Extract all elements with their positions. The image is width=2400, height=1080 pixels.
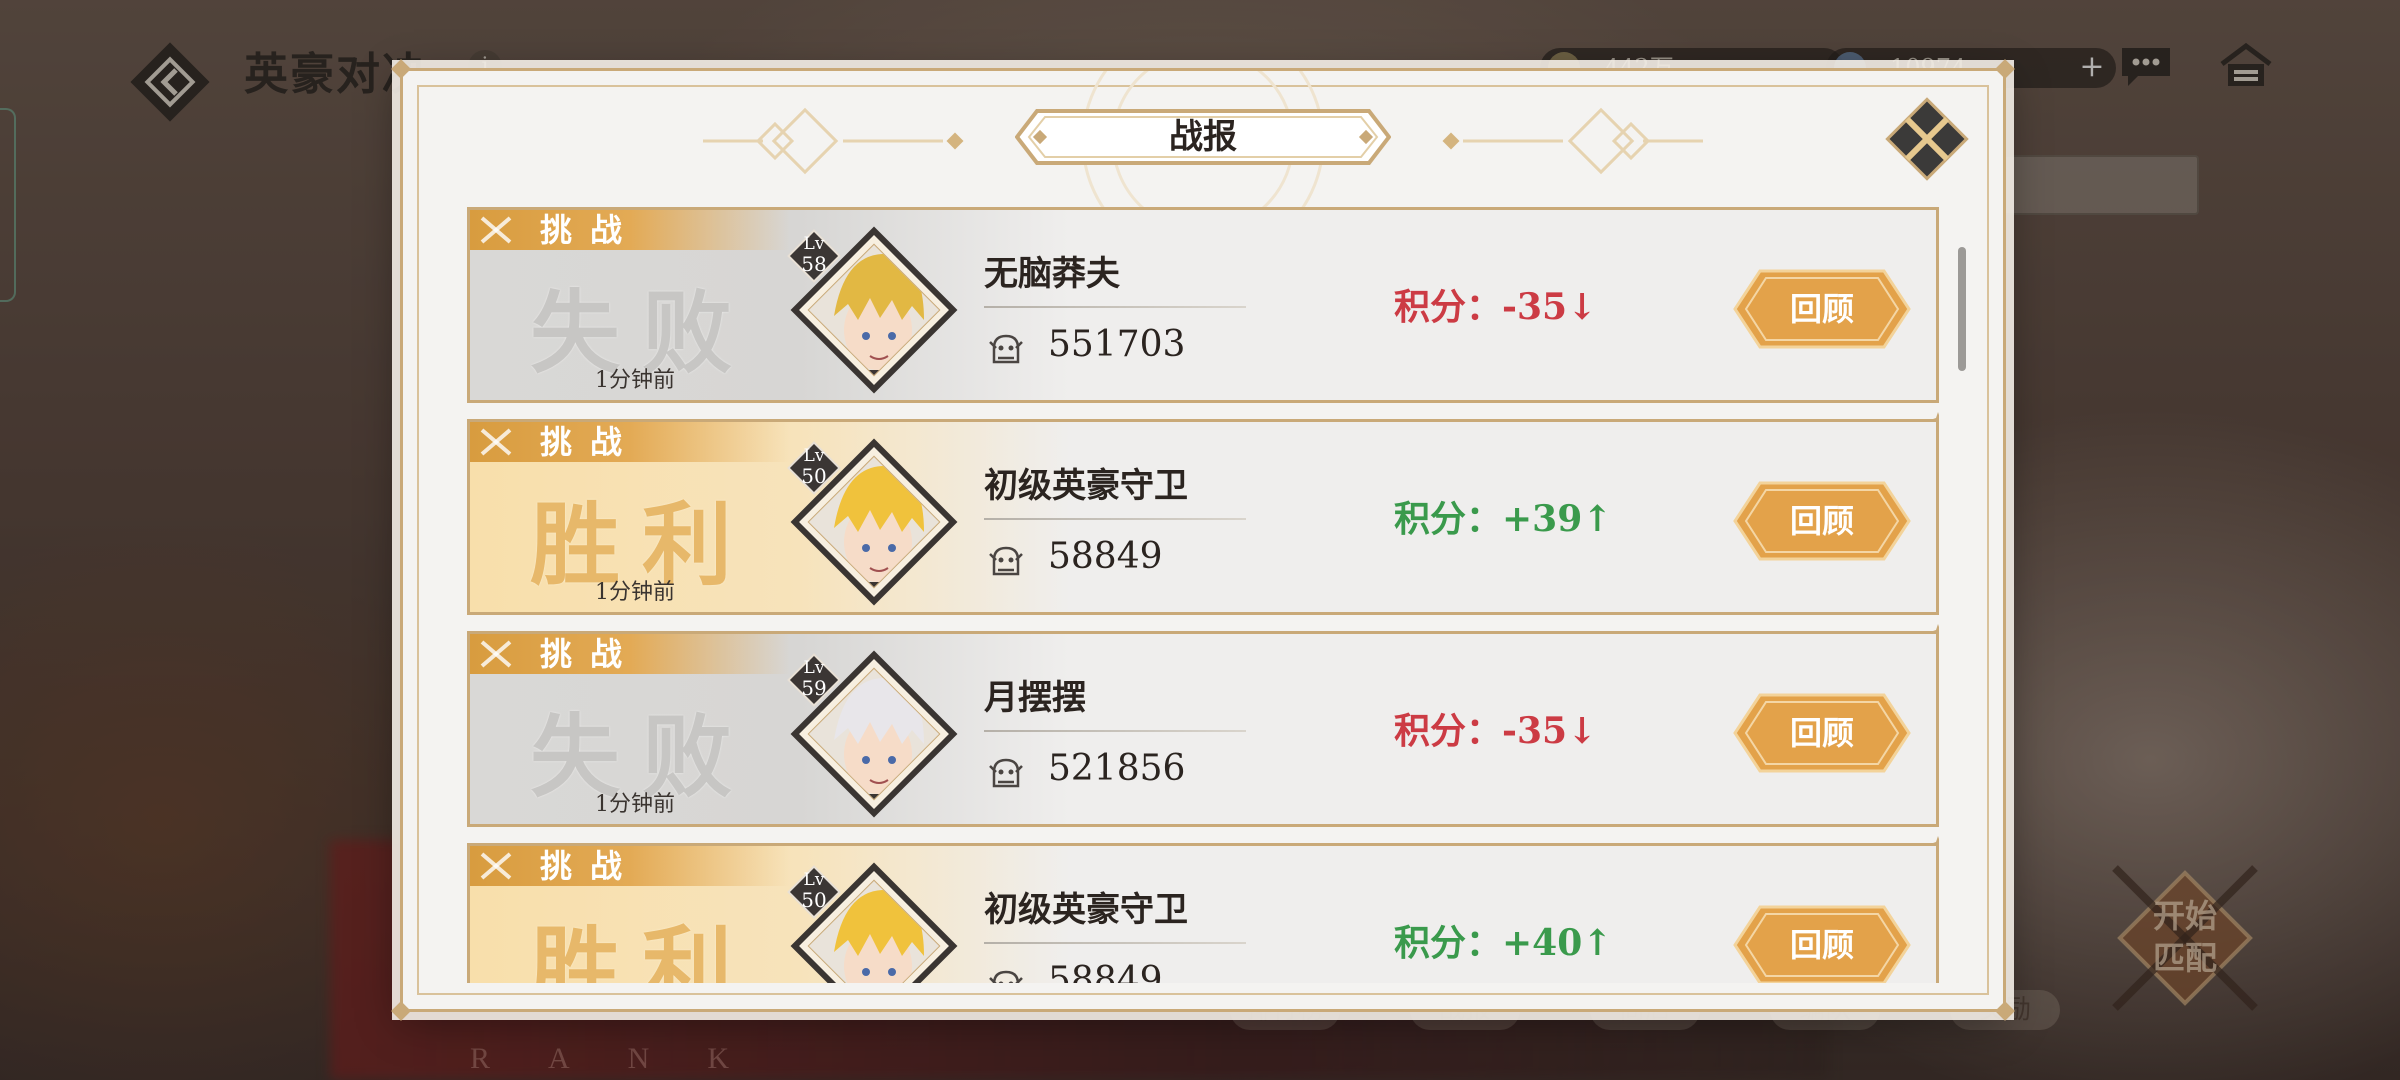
combat-power-icon xyxy=(989,758,1023,788)
battle-report-dialog: 战报 挑战 失败 1分钟前 Lv 58 无脑莽夫 551703 积分：-35↓ … xyxy=(391,59,2015,1021)
dialog-title: 战报 xyxy=(1169,117,1237,157)
crossed-swords-icon xyxy=(480,852,512,880)
level-value: 59 xyxy=(801,676,827,700)
level-label: Lv xyxy=(803,658,825,678)
arrow-down-icon: ↓ xyxy=(1567,286,1598,328)
name-divider xyxy=(984,942,1246,944)
battle-record-row: 挑战 失败 1分钟前 Lv xyxy=(467,624,1939,827)
name-divider xyxy=(984,730,1246,732)
arrow-down-icon: ↓ xyxy=(1567,710,1598,752)
score-change-text: 积分：+40 xyxy=(1394,922,1583,964)
challenge-tag-label: 挑战 xyxy=(540,847,641,885)
crossed-swords-icon xyxy=(480,216,512,244)
row-corner-ornament xyxy=(1930,412,1939,428)
arrow-up-icon: ↑ xyxy=(1582,922,1613,964)
review-button[interactable] xyxy=(1732,268,1912,350)
opponent-name: 无脑莽夫 xyxy=(984,254,1120,294)
challenge-tag: 挑战 xyxy=(470,634,790,674)
battle-time: 1分钟前 xyxy=(595,580,675,605)
arrow-up-icon: ↑ xyxy=(1582,498,1613,540)
combat-power-value: 521856 xyxy=(1048,748,1186,789)
opponent-name: 初级英豪守卫 xyxy=(984,466,1188,506)
battle-record-row: 挑战 失败 1分钟前 Lv xyxy=(467,207,1939,403)
challenge-tag-label: 挑战 xyxy=(540,635,641,673)
level-label: Lv xyxy=(803,870,825,890)
review-button[interactable] xyxy=(1732,692,1912,774)
review-button[interactable] xyxy=(1732,904,1912,983)
combat-power-icon xyxy=(989,546,1023,576)
combat-power-value: 551703 xyxy=(1048,324,1186,365)
combat-power-value: 58849 xyxy=(1048,960,1163,983)
challenge-tag: 挑战 xyxy=(470,422,790,462)
combat-power-icon xyxy=(989,970,1023,983)
challenge-tag: 挑战 xyxy=(470,846,790,886)
combat-power-value: 58849 xyxy=(1048,536,1163,577)
crossed-swords-icon xyxy=(480,428,512,456)
battle-record-row: 挑战 胜利 1分钟前 Lv xyxy=(467,412,1939,615)
score-change: 积分：-35↓ xyxy=(1394,702,1597,754)
close-x-icon[interactable] xyxy=(1883,95,1971,183)
battle-time: 1分钟前 xyxy=(595,368,675,393)
level-text: Lv 59 xyxy=(788,658,840,698)
level-value: 50 xyxy=(801,464,827,488)
challenge-tag: 挑战 xyxy=(470,210,790,250)
score-change-text: 积分：+39 xyxy=(1394,498,1583,540)
level-label: Lv xyxy=(803,446,825,466)
score-change-text: 积分：-35 xyxy=(1394,286,1568,328)
battle-record-list[interactable]: 挑战 失败 1分钟前 Lv 58 无脑莽夫 551703 积分：-35↓ 回顾 … xyxy=(467,207,1939,983)
opponent-name: 月摆摆 xyxy=(984,678,1086,718)
score-change: 积分：-35↓ xyxy=(1394,278,1597,330)
score-change: 积分：+40↑ xyxy=(1394,914,1612,966)
row-corner-ornament xyxy=(1930,624,1939,640)
challenge-tag-label: 挑战 xyxy=(540,211,641,249)
battle-result-text: 胜利 xyxy=(530,916,754,983)
level-text: Lv 50 xyxy=(788,870,840,910)
level-label: Lv xyxy=(803,234,825,254)
crossed-swords-icon xyxy=(480,640,512,668)
name-divider xyxy=(984,306,1246,308)
level-value: 58 xyxy=(801,252,827,276)
level-value: 50 xyxy=(801,888,827,912)
list-scrollbar[interactable] xyxy=(1958,247,1966,371)
battle-time: 1分钟前 xyxy=(595,792,675,817)
level-text: Lv 50 xyxy=(788,446,840,486)
review-button[interactable] xyxy=(1732,480,1912,562)
level-text: Lv 58 xyxy=(788,234,840,274)
battle-record-row: 挑战 胜利 1分钟前 Lv xyxy=(467,836,1939,983)
combat-power-icon xyxy=(989,334,1023,364)
opponent-name: 初级英豪守卫 xyxy=(984,890,1188,930)
row-corner-ornament xyxy=(1930,836,1939,852)
score-change: 积分：+39↑ xyxy=(1394,490,1612,542)
score-change-text: 积分：-35 xyxy=(1394,710,1568,752)
row-corner-ornament xyxy=(1930,207,1939,216)
challenge-tag-label: 挑战 xyxy=(540,423,641,461)
name-divider xyxy=(984,518,1246,520)
